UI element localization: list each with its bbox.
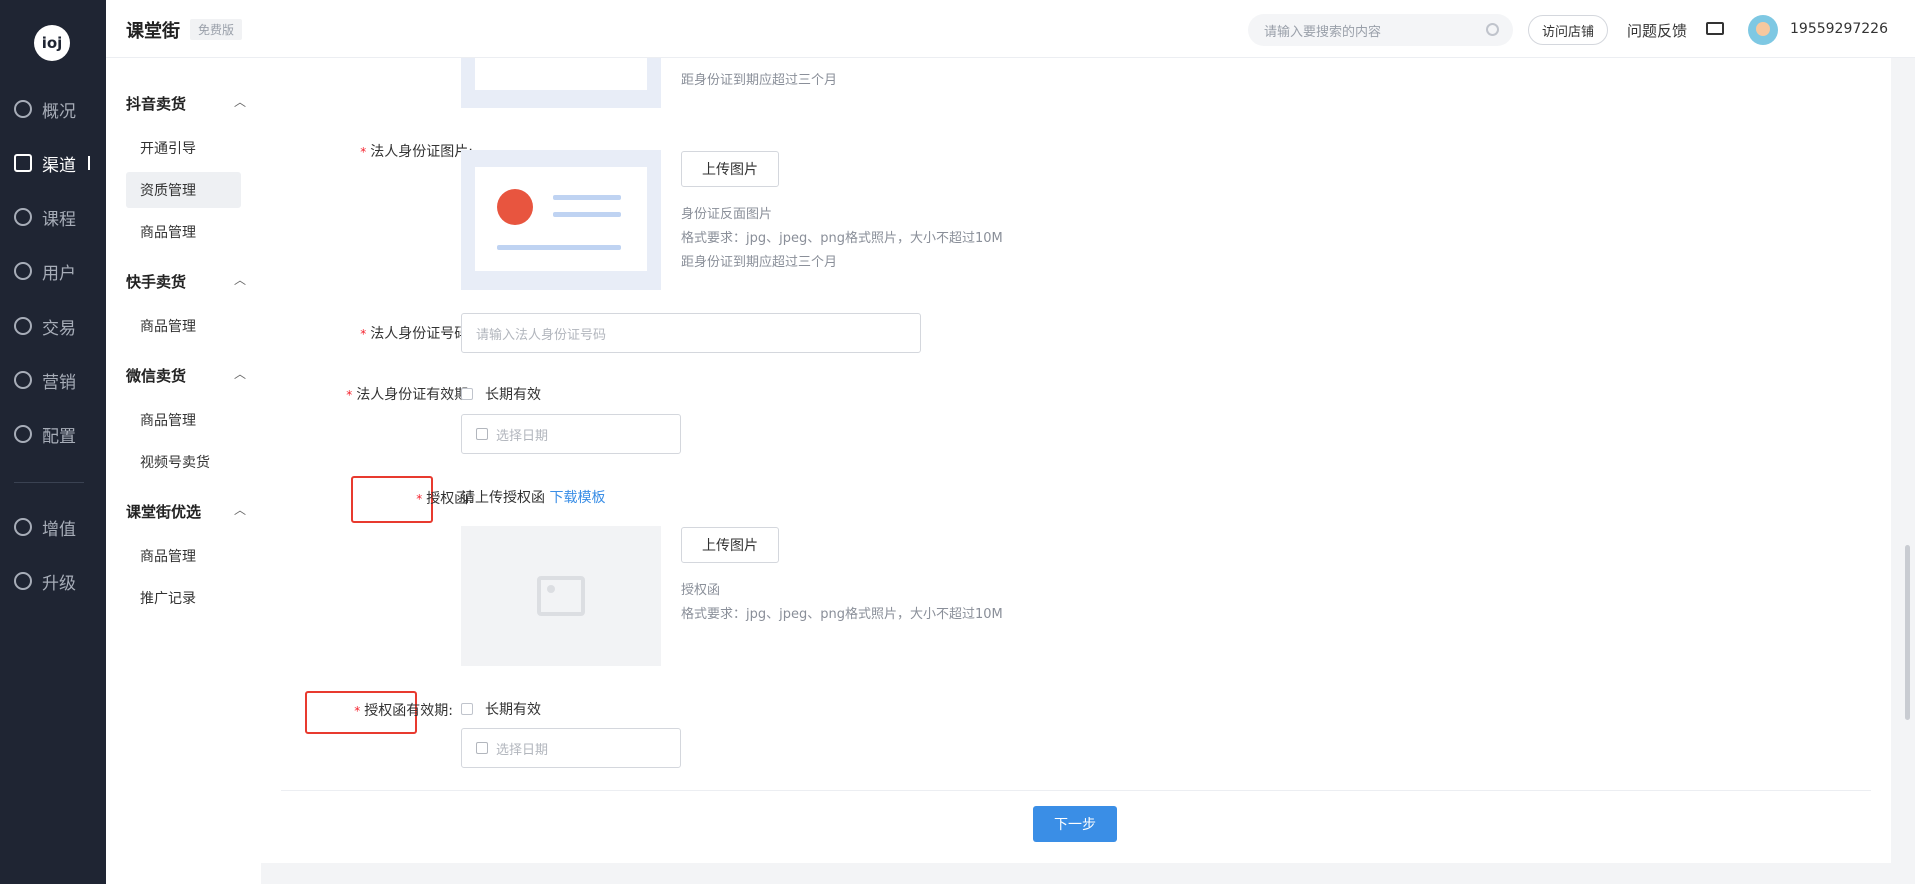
upload-id-back-button[interactable]: 上传图片 [681,151,779,187]
checkbox[interactable] [461,388,473,400]
nav-item-user[interactable]: 用户 [0,254,106,288]
search-input[interactable]: 请输入要搜索的内容 [1248,14,1513,46]
active-indicator [88,156,90,170]
id-validity-date-picker[interactable]: 选择日期 [461,414,681,454]
nav-item-config[interactable]: 配置 [0,417,106,451]
auth-validity-date-picker[interactable]: 选择日期 [461,728,681,768]
id-back-image-preview[interactable] [461,150,661,290]
subnav-item-wechat-goods[interactable]: 商品管理 [126,402,241,438]
auth-format-hint: 格式要求：jpg、jpeg、png格式照片，大小不超过10M [681,607,1003,622]
app-logo[interactable]: ioj [34,25,70,61]
id-back-hint: 身份证反面图片 [681,207,773,222]
id-validity-label: * 法人身份证有效期: [346,387,473,403]
subnav-item-qualification[interactable]: 资质管理 [126,172,241,208]
top-bar: 课堂街 免费版 请输入要搜索的内容 访问店铺 问题反馈 19559297226 … [106,0,1915,58]
line-shape [553,195,621,200]
subnav-item-douyin-goods[interactable]: 商品管理 [126,214,241,250]
channel-subnav: 抖音卖货 ︿ 开通引导 资质管理 商品管理 快手卖货 ︿ 商品管理 微信卖货 ︿ 商品… [106,58,261,884]
subnav-item-open-guide[interactable]: 开通引导 [126,130,241,166]
visit-store-button[interactable]: 访问店铺 [1528,15,1608,45]
brand-name: 课堂街 [126,21,180,42]
value-added-icon [14,518,32,536]
top-expiry-hint: 距身份证到期应超过三个月 [681,73,838,88]
auth-letter-image-placeholder[interactable] [461,526,661,666]
pie-chart-icon [14,100,32,118]
page-scrollbar[interactable] [1905,545,1910,720]
form-divider [281,790,1871,791]
auth-letter-hint: 授权函 [681,583,721,598]
card-shape [475,167,647,271]
avatar[interactable] [1748,15,1778,45]
calendar-icon [476,428,488,440]
qualification-form: 距身份证到期应超过三个月 * 法人身份证图片: 上传图片 身份证反面图片 格式要求… [261,58,1891,863]
emblem-icon [497,189,533,225]
auth-upload-prompt: 请上传授权函 下载模板 [461,490,606,506]
auth-letter-label: * 授权函: [416,491,473,507]
main-nav: ioj 概况 渠道 课程 用户 交易 营销 配置 增值 升级 [0,0,106,884]
nav-item-marketing[interactable]: 营销 [0,363,106,397]
line-shape [497,245,621,250]
upload-auth-letter-button[interactable]: 上传图片 [681,527,779,563]
search-icon[interactable] [1486,23,1499,36]
subnav-group-kuaishou[interactable]: 快手卖货 ︿ [126,271,246,292]
required-mark: * [360,145,367,159]
nav-item-upgrade[interactable]: 升级 [0,564,106,598]
next-step-button[interactable]: 下一步 [1033,806,1117,842]
required-mark: * [360,327,367,341]
chevron-up-icon[interactable]: ︿ [234,365,246,382]
store-icon [14,154,32,172]
calendar-icon [476,742,488,754]
exchange-icon [14,317,32,335]
subnav-group-wechat[interactable]: 微信卖货 ︿ [126,365,246,386]
book-icon [14,208,32,226]
subnav-item-promotion-records[interactable]: 推广记录 [126,580,241,616]
id-number-label: * 法人身份证号码: [360,326,473,342]
required-mark: * [346,388,353,402]
card-shape [475,58,647,90]
line-shape [553,212,621,217]
nav-item-trade[interactable]: 交易 [0,309,106,343]
nav-item-value-added[interactable]: 增值 [0,510,106,544]
nav-divider [14,482,84,483]
nav-item-course[interactable]: 课程 [0,200,106,234]
required-mark: * [354,704,361,718]
download-template-link[interactable]: 下载模板 [549,490,605,506]
chevron-up-icon[interactable]: ︿ [234,501,246,518]
nav-item-overview[interactable]: 概况 [0,92,106,126]
auth-long-term-checkbox[interactable]: 长期有效 [461,699,541,719]
marketing-icon [14,371,32,389]
account-phone[interactable]: 19559297226 [1790,21,1888,37]
required-mark: * [416,492,423,506]
chevron-up-icon[interactable]: ︿ [234,271,246,288]
chevron-up-icon[interactable]: ︿ [234,93,246,110]
user-icon [14,262,32,280]
edition-badge: 免费版 [190,19,243,40]
subnav-item-video-sales[interactable]: 视频号卖货 [126,444,241,480]
subnav-item-kuaishou-goods[interactable]: 商品管理 [126,308,241,344]
id-front-image-preview[interactable] [461,58,661,108]
nav-item-channel[interactable]: 渠道 [0,146,106,180]
subnav-group-douyin[interactable]: 抖音卖货 ︿ [126,93,246,114]
expiry-hint: 距身份证到期应超过三个月 [681,255,838,270]
feedback-link[interactable]: 问题反馈 [1627,20,1687,41]
format-hint: 格式要求：jpg、jpeg、png格式照片，大小不超过10M [681,231,1003,246]
gear-icon [14,425,32,443]
id-number-input[interactable]: 请输入法人身份证号码 [461,313,921,353]
upgrade-icon [14,572,32,590]
image-placeholder-icon [537,576,585,616]
checkbox[interactable] [461,703,473,715]
subnav-group-youxuan[interactable]: 课堂街优选 ︿ [126,501,246,522]
id-image-label: * 法人身份证图片: [360,144,473,160]
mail-icon[interactable] [1706,22,1724,35]
id-long-term-checkbox[interactable]: 长期有效 [461,384,541,404]
subnav-item-youxuan-goods[interactable]: 商品管理 [126,538,241,574]
auth-validity-label: * 授权函有效期: [354,703,453,719]
